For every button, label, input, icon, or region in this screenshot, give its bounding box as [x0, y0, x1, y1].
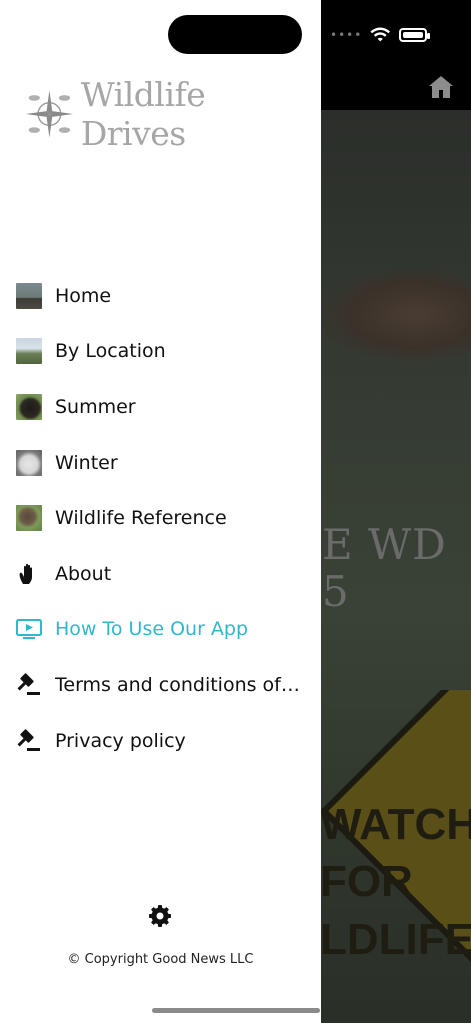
status-bar-right: ••••	[330, 20, 471, 50]
winter-thumbnail-icon	[16, 449, 42, 476]
hand-icon	[16, 561, 42, 587]
summer-thumbnail-icon	[16, 393, 42, 420]
menu-item-label: Wildlife Reference	[55, 507, 227, 530]
background-title-line-2: 5	[322, 567, 350, 616]
wildlife-reference-thumbnail-icon	[16, 505, 42, 532]
sign-text-2: FOR	[320, 857, 413, 906]
home-thumbnail-icon	[16, 282, 42, 309]
menu-item-label: By Location	[55, 340, 166, 363]
dynamic-island	[168, 15, 302, 54]
menu-item-label: Summer	[55, 395, 136, 418]
menu-item-home[interactable]: Home	[0, 268, 321, 324]
menu-item-privacy-policy[interactable]: Privacy policy	[0, 713, 321, 769]
sign-text-1: WATCH	[320, 800, 471, 849]
gear-icon[interactable]	[148, 904, 172, 928]
menu-item-wildlife-reference[interactable]: Wildlife Reference	[0, 490, 321, 546]
menu-item-label: How To Use Our App	[55, 618, 249, 641]
navigation-drawer: Wildlife Drives Home By Location Summer …	[0, 0, 321, 1023]
gavel-icon	[16, 728, 42, 754]
sign-text-3: LDLIFE	[320, 915, 471, 964]
menu-item-by-location[interactable]: By Location	[0, 324, 321, 380]
menu-item-label: Winter	[55, 451, 118, 474]
menu-item-how-to-use[interactable]: How To Use Our App	[0, 602, 321, 658]
signal-indicator: ••••	[330, 28, 363, 42]
background-title-line-1: E WD	[322, 520, 447, 569]
compass-emblem-icon	[25, 90, 74, 138]
menu-item-label: Terms and conditions of S...	[55, 673, 305, 696]
logo-title: Wildlife Drives	[80, 75, 206, 153]
app-logo: Wildlife Drives	[22, 75, 307, 153]
home-indicator[interactable]	[152, 1008, 320, 1013]
video-screen-icon	[16, 616, 42, 642]
battery-icon	[398, 28, 431, 42]
menu-item-winter[interactable]: Winter	[0, 435, 321, 491]
menu-item-label: About	[55, 562, 112, 585]
copyright-text: © Copyright Good News LLC	[67, 952, 254, 967]
background-antler	[320, 235, 471, 415]
menu-item-label: Privacy policy	[55, 729, 186, 752]
home-icon[interactable]	[428, 74, 454, 100]
gavel-icon	[16, 672, 42, 698]
location-thumbnail-icon	[16, 338, 42, 365]
menu-item-label: Home	[55, 284, 112, 307]
drawer-menu: Home By Location Summer Winter Wildlife …	[0, 268, 321, 768]
menu-item-terms[interactable]: Terms and conditions of S...	[0, 657, 321, 713]
menu-item-about[interactable]: About	[0, 546, 321, 602]
menu-item-summer[interactable]: Summer	[0, 379, 321, 435]
wifi-icon	[370, 27, 391, 42]
